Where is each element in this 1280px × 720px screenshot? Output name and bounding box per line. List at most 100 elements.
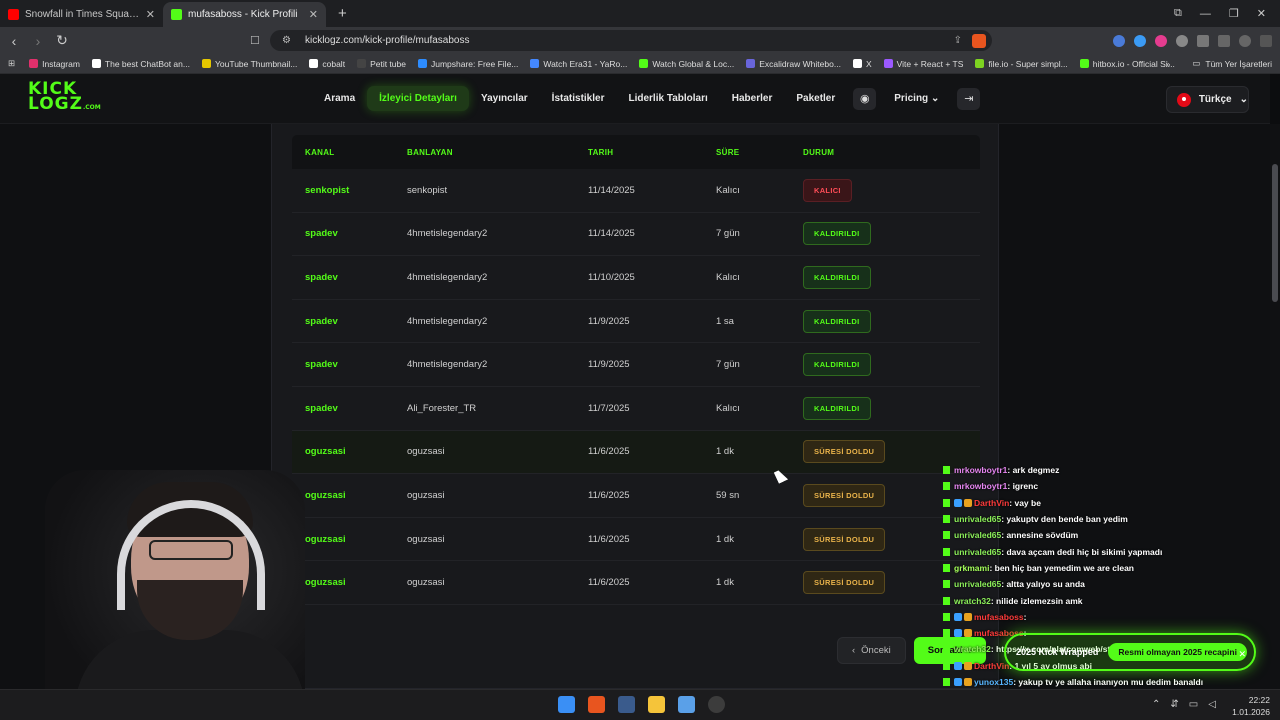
photos-icon[interactable] [678,696,695,713]
vpn-icon[interactable] [1239,34,1251,47]
network-icon[interactable]: ⇵ [1170,699,1178,710]
obs-icon[interactable] [708,696,725,713]
table-body: senkopist senkopist 11/14/2025 Kalıcı KALICI… [292,169,980,605]
bookmark-item[interactable]: Petit tube [357,59,406,69]
chat-username[interactable]: unrivaled65 [954,547,1001,557]
kanal-link[interactable]: spadev [292,316,407,327]
nav-paketler[interactable]: Paketler [784,86,847,111]
kanal-link[interactable]: spadev [292,359,407,370]
chat-text: : yakup tv ye allaha inanıyon mu dedim b… [1013,677,1204,687]
brave-shield-icon[interactable] [972,33,986,48]
kicklogz-logo[interactable]: KICK LOGZ.COM [28,81,101,115]
chat-username[interactable]: mrkowboytr1 [954,481,1007,491]
close-tab-icon[interactable]: ✕ [146,8,155,21]
minimize-icon[interactable]: — [1200,8,1211,20]
bookmark-item[interactable]: Excalidraw Whitebo... [746,59,841,69]
previous-page-button[interactable]: ‹ Önceki [837,637,906,664]
nav-yayincilar[interactable]: Yayıncılar [469,86,540,111]
battery-icon[interactable]: ▭ [1189,699,1198,710]
bookmark-item[interactable]: Watch Era31 - YaRo... [530,59,627,69]
extension-icon[interactable] [1176,34,1188,47]
menu-icon[interactable] [1260,34,1272,47]
chat-username[interactable]: wratch32 [954,644,991,654]
close-toast-icon[interactable]: ✕ [1238,649,1246,660]
bookmark-favicon-icon [309,59,319,68]
login-icon[interactable]: ⇥ [957,87,981,110]
extensions-icon[interactable]: ⧉ [1174,7,1182,20]
url-bar[interactable]: ⚙ kicklogz.com/kick-profile/mufasaboss ⇪ [270,30,992,51]
all-bookmarks-link[interactable]: Tüm Yer İşaretleri [1205,59,1272,69]
nav-istatistikler[interactable]: İstatistikler [540,86,617,111]
taskbar-clock[interactable]: 22:22 1.01.2026 [1232,694,1270,718]
kick-icon [943,629,950,638]
kanal-link[interactable]: oguzsasi [292,534,407,545]
chat-username[interactable]: unrivaled65 [954,579,1001,589]
chat-username[interactable]: unrivaled65 [954,530,1001,540]
nav-arama[interactable]: Arama [312,86,367,111]
nav-izleyici-detaylari[interactable]: İzleyici Detayları [367,86,469,111]
windows-start-icon[interactable] [558,696,575,713]
extension-icon[interactable] [1113,34,1125,47]
kanal-link[interactable]: oguzsasi [292,446,407,457]
webcam-overlay [45,470,305,720]
chat-username[interactable]: DarthVin [974,498,1009,508]
bookmark-item[interactable]: X [852,59,872,69]
close-tab-icon[interactable]: ✕ [309,8,318,21]
bookmark-item[interactable]: file.io - Super simpl... [975,59,1068,69]
language-selector[interactable]: Türkçe ⌄ [1166,86,1249,113]
volume-icon[interactable]: ◁ [1208,699,1216,710]
kanal-link[interactable]: spadev [292,228,407,239]
extension-icon[interactable] [1155,34,1167,47]
bookmark-item[interactable]: Instagram [29,59,80,69]
forward-icon[interactable]: › [28,33,48,49]
brave-browser-icon[interactable] [588,696,605,713]
bookmark-item[interactable]: The best ChatBot an... [91,59,190,69]
browser-tab[interactable]: Snowfall in Times Square, NYC | Walk ✕ [0,2,163,27]
table-row: spadev Ali_Forester_TR 11/7/2025 Kalıcı KALD… [292,387,980,431]
chat-username[interactable]: wratch32 [954,596,991,606]
kanal-link[interactable]: spadev [292,403,407,414]
bookmark-item[interactable]: cobalt [309,59,345,69]
bookmark-item[interactable]: Vite + React + TS [883,59,963,69]
apps-icon[interactable]: ⊞ [8,58,15,69]
bookmark-item[interactable]: YouTube Thumbnail... [201,59,297,69]
bookmark-item[interactable]: hitbox.io - Official Si... [1079,59,1175,69]
extension-icon[interactable] [1134,34,1146,47]
browser-tab-active[interactable]: mufasaboss - Kick Profili ✕ [163,2,326,27]
kanal-link[interactable]: oguzsasi [292,577,407,588]
maximize-icon[interactable]: ❐ [1229,7,1239,20]
chat-username[interactable]: grkmami [954,563,989,573]
bookmark-item[interactable]: Watch Global & Loc... [639,59,734,69]
bookmarks-more-button[interactable]: » [1166,59,1171,69]
reload-icon[interactable]: ↻ [52,32,72,49]
site-info-icon[interactable]: ⚙ [282,35,291,46]
file-explorer-icon[interactable] [648,696,665,713]
chat-username[interactable]: DarthVin [974,661,1009,671]
chat-username[interactable]: unrivaled65 [954,514,1001,524]
chat-text: : nilide izlemezsin amk [990,595,1083,606]
close-window-icon[interactable]: ✕ [1257,7,1266,20]
tray-chevron-icon[interactable]: ⌃ [1152,699,1160,710]
chat-username[interactable]: mrkowboytr1 [954,465,1007,475]
music-icon[interactable] [1218,34,1230,47]
nav-haberler[interactable]: Haberler [720,86,785,111]
share-icon[interactable]: ⇪ [954,35,962,46]
chat-username[interactable]: mufasaboss [974,612,1024,622]
bookmark-item[interactable]: Jumpshare: Free File... [417,59,518,69]
extension-icon[interactable] [1197,34,1209,47]
discord-icon[interactable]: ◉ [853,87,877,110]
toast-cta-button[interactable]: Resmi olmayan 2025 recapini [1108,643,1247,661]
new-tab-icon[interactable]: + [326,5,347,27]
steam-icon[interactable] [618,696,635,713]
kanal-link[interactable]: spadev [292,272,407,283]
chat-username[interactable]: yunox135 [974,677,1013,687]
scrollbar-thumb[interactable] [1272,164,1278,302]
nav-liderlik-tablolari[interactable]: Liderlik Tabloları [616,86,719,111]
kick-wrapped-toast[interactable]: 2025 Kick Wrapped Resmi olmayan 2025 rec… [1004,633,1256,671]
bookmark-page-icon[interactable]: ☐ [250,34,260,47]
ban-table: KANAL BANLAYAN TARIH SÜRE DURUM senkopis… [292,135,980,605]
nav-pricing[interactable]: Pricing ⌄ [882,86,951,111]
kanal-link[interactable]: oguzsasi [292,490,407,501]
back-icon[interactable]: ‹ [4,33,24,49]
kanal-link[interactable]: senkopist [292,185,407,196]
